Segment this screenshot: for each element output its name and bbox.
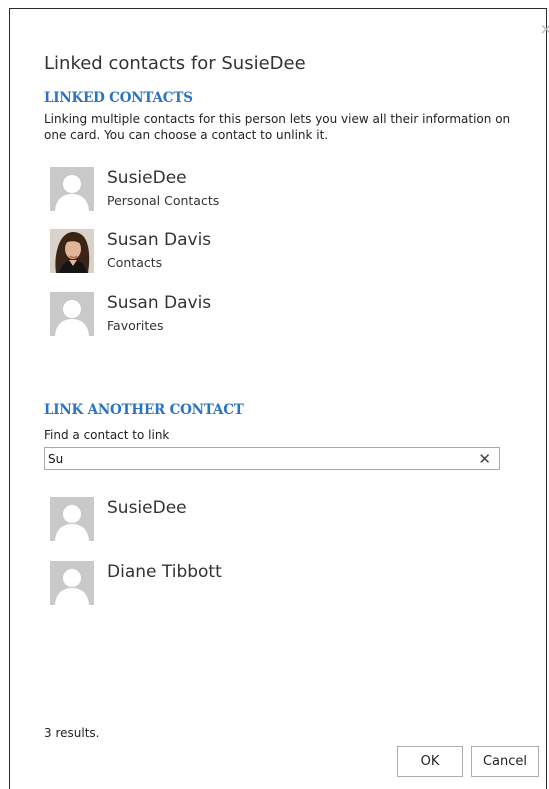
placeholder-person-icon [50, 292, 94, 336]
ok-button[interactable]: OK [397, 746, 463, 777]
cancel-button[interactable]: Cancel [471, 746, 539, 777]
contact-name: SusieDee [107, 168, 187, 188]
contact-search-input[interactable] [48, 449, 468, 468]
placeholder-person-icon [50, 561, 94, 605]
linked-contacts-description: Linking multiple contacts for this perso… [44, 112, 511, 142]
contact-source: Contacts [107, 255, 163, 270]
placeholder-person-icon [50, 497, 94, 541]
linked-contacts-heading: LINKED CONTACTS [44, 90, 193, 106]
find-contact-label: Find a contact to link [44, 428, 170, 442]
results-count: 3 results. [44, 726, 100, 740]
result-name: Diane Tibbott [107, 562, 222, 582]
link-another-contact-heading: LINK ANOTHER CONTACT [44, 402, 244, 418]
contact-search-box: ✕ [44, 447, 500, 470]
dialog-title: Linked contacts for SusieDee [44, 53, 306, 74]
contact-source: Personal Contacts [107, 193, 220, 208]
placeholder-person-icon [50, 167, 94, 211]
clear-search-icon[interactable]: ✕ [478, 450, 491, 468]
contact-name: Susan Davis [107, 293, 212, 313]
contact-name: Susan Davis [107, 230, 212, 250]
contact-source: Favorites [107, 318, 164, 333]
contact-photo [50, 229, 94, 273]
result-name: SusieDee [107, 498, 187, 518]
close-icon[interactable]: × [539, 22, 549, 37]
